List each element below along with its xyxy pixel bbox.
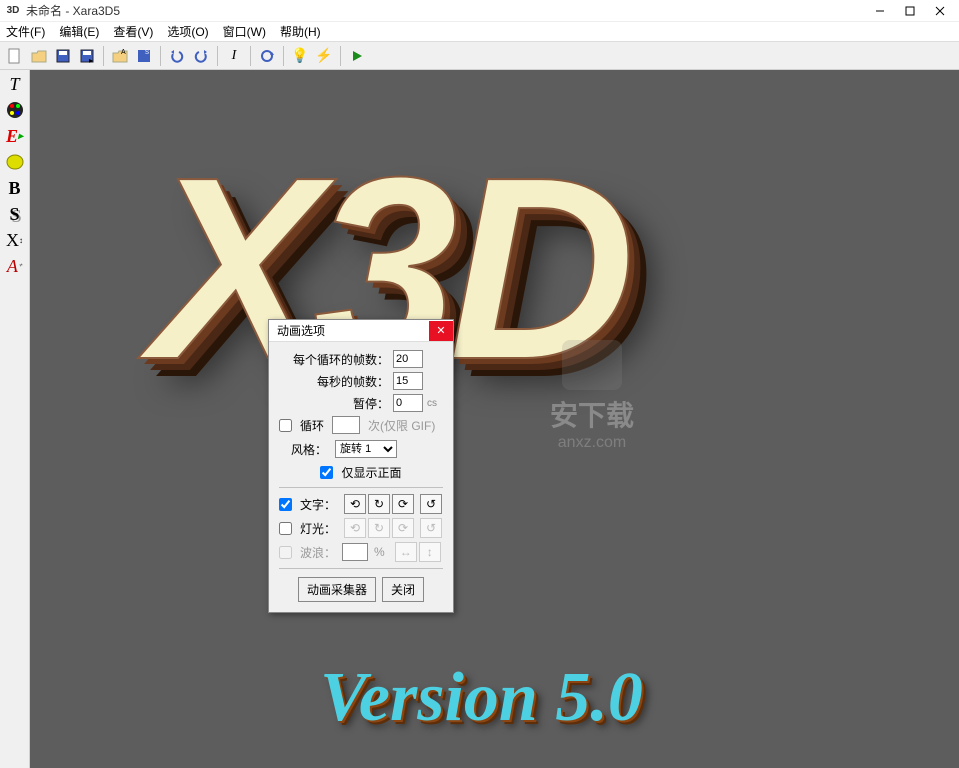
minimize-button[interactable] — [865, 1, 895, 21]
light-reverse-icon: ↺ — [420, 518, 442, 538]
loop-times-label: 次(仅限 GIF) — [368, 417, 435, 434]
reload-icon[interactable] — [256, 45, 278, 67]
wave-unit: % — [374, 545, 385, 559]
front-only-checkbox[interactable] — [320, 466, 333, 479]
menu-help[interactable]: 帮助(H) — [280, 23, 321, 40]
menu-file[interactable]: 文件(F) — [6, 23, 45, 40]
text-rotate-y-icon[interactable]: ↻ — [368, 494, 390, 514]
style-label: 风格： — [291, 441, 327, 458]
pause-input[interactable] — [393, 394, 423, 412]
pause-label: 暂停： — [353, 395, 389, 412]
menu-view[interactable]: 查看(V) — [113, 23, 153, 40]
canvas-3d-view[interactable]: X3D 安下载 anxz.com Version 5.0 动画选项 ✕ 每个循环… — [30, 70, 959, 768]
font-tool-icon[interactable]: A⁺ — [2, 254, 28, 278]
frames-per-loop-label: 每个循环的帧数： — [293, 351, 389, 368]
menubar: 文件(F) 编辑(E) 查看(V) 选项(O) 窗口(W) 帮助(H) — [0, 22, 959, 42]
left-toolbar: T E▸ B S X↕ A⁺ — [0, 70, 30, 768]
text-row-label: 文字： — [300, 496, 336, 513]
dialog-title[interactable]: 动画选项 ✕ — [269, 320, 453, 342]
app-icon: 3D — [4, 2, 22, 20]
play-icon[interactable] — [346, 45, 368, 67]
style-select[interactable]: 旋转 1 — [335, 440, 397, 458]
bevel-tool-icon[interactable] — [2, 150, 28, 174]
shadow-tool-icon[interactable]: S — [2, 202, 28, 226]
text-rotate-x-icon[interactable]: ⟲ — [344, 494, 366, 514]
bold-tool-icon[interactable]: B — [2, 176, 28, 200]
save-icon[interactable] — [52, 45, 74, 67]
x-tool-icon[interactable]: X↕ — [2, 228, 28, 252]
dialog-close-btn[interactable]: 关闭 — [382, 577, 424, 602]
collector-button[interactable]: 动画采集器 — [298, 577, 376, 602]
watermark-icon — [562, 340, 622, 390]
wave-h-icon: ↔ — [395, 542, 417, 562]
text-cursor-icon[interactable]: I — [223, 45, 245, 67]
redo-icon[interactable] — [190, 45, 212, 67]
wave-input — [342, 543, 368, 561]
light-rotate-x-icon: ⟲ — [344, 518, 366, 538]
extrude-tool-icon[interactable]: E▸ — [2, 124, 28, 148]
light-rotate-y-icon: ↻ — [368, 518, 390, 538]
dialog-title-text: 动画选项 — [277, 322, 325, 339]
window-title: 未命名 - Xara3D5 — [26, 2, 120, 19]
dialog-close-button[interactable]: ✕ — [429, 321, 453, 341]
menu-window[interactable]: 窗口(W) — [223, 23, 266, 40]
save-as-icon[interactable]: ▸ — [76, 45, 98, 67]
text-tool-icon[interactable]: T — [2, 72, 28, 96]
frames-per-loop-input[interactable] — [393, 350, 423, 368]
svg-text:S: S — [145, 50, 149, 56]
text-reverse-icon[interactable]: ↺ — [420, 494, 442, 514]
wave-v-icon: ↕ — [419, 542, 441, 562]
loop-label: 循环 — [300, 417, 324, 434]
watermark-url: anxz.com — [550, 434, 634, 452]
fps-label: 每秒的帧数： — [317, 373, 389, 390]
titlebar: 3D 未命名 - Xara3D5 — [0, 0, 959, 22]
svg-text:▸: ▸ — [89, 56, 93, 64]
bulb-icon[interactable]: 💡 — [289, 45, 311, 67]
version-text: Version 5.0 — [320, 658, 643, 738]
color-tool-icon[interactable] — [2, 98, 28, 122]
watermark-name: 安下载 — [550, 394, 634, 434]
svg-text:A: A — [121, 49, 126, 56]
new-icon[interactable] — [4, 45, 26, 67]
main-toolbar: ▸ A S I 💡 ⚡ — [0, 42, 959, 70]
undo-icon[interactable] — [166, 45, 188, 67]
light-row-label: 灯光： — [300, 520, 336, 537]
wave-row-label: 波浪： — [300, 544, 336, 561]
save-settings-icon[interactable]: S — [133, 45, 155, 67]
wave-checkbox — [279, 546, 292, 559]
maximize-button[interactable] — [895, 1, 925, 21]
animation-options-dialog: 动画选项 ✕ 每个循环的帧数： 每秒的帧数： 暂停： cs — [268, 319, 454, 613]
loop-checkbox[interactable] — [279, 419, 292, 432]
light-rotate-z-icon: ⟳ — [392, 518, 414, 538]
menu-edit[interactable]: 编辑(E) — [59, 23, 99, 40]
pause-unit: cs — [427, 398, 443, 409]
open-folder-icon[interactable]: A — [109, 45, 131, 67]
watermark: 安下载 anxz.com — [550, 340, 634, 452]
close-button[interactable] — [925, 1, 955, 21]
bolt-icon[interactable]: ⚡ — [313, 45, 335, 67]
front-only-label: 仅显示正面 — [341, 464, 401, 481]
light-checkbox[interactable] — [279, 522, 292, 535]
text-checkbox[interactable] — [279, 498, 292, 511]
fps-input[interactable] — [393, 372, 423, 390]
menu-options[interactable]: 选项(O) — [167, 23, 208, 40]
open-icon[interactable] — [28, 45, 50, 67]
text-rotate-z-icon[interactable]: ⟳ — [392, 494, 414, 514]
loop-times-input — [332, 416, 360, 434]
